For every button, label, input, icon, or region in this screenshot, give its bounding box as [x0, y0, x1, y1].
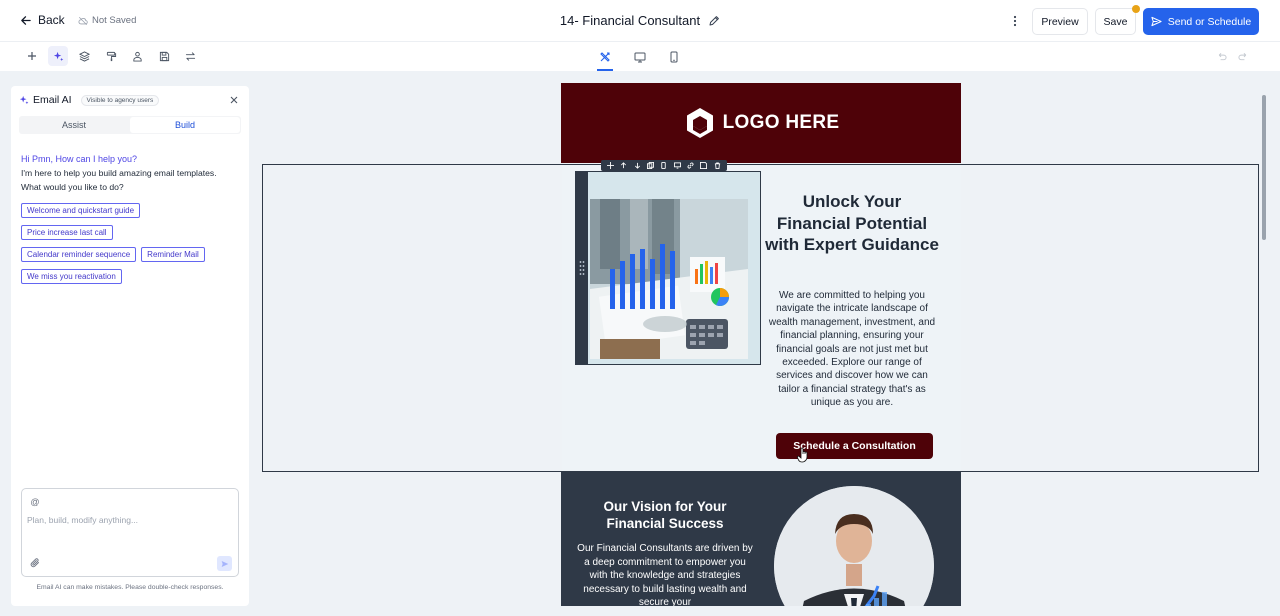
send-label: Send or Schedule — [1167, 15, 1252, 28]
more-vertical-icon — [1013, 15, 1017, 27]
undo-button[interactable] — [1211, 46, 1231, 66]
financial-charts-image — [590, 199, 748, 359]
user-icon — [132, 51, 142, 62]
swap-icon — [185, 51, 195, 61]
arrow-left-icon — [21, 15, 31, 25]
redo-button[interactable] — [1233, 46, 1253, 66]
preview-button[interactable]: Preview — [1032, 8, 1088, 35]
save-status-text: Not Saved — [92, 15, 137, 26]
close-icon[interactable] — [228, 94, 240, 106]
document-title-text: 14- Financial Consultant — [559, 13, 701, 28]
move-icon[interactable] — [607, 162, 615, 169]
document-title: 14- Financial Consultant — [0, 13, 1280, 28]
image-column-selected[interactable] — [575, 171, 761, 365]
tab-build[interactable]: Build — [130, 117, 240, 133]
canvas-scrollbar[interactable] — [1260, 83, 1268, 606]
mobile-visibility-icon[interactable] — [660, 162, 667, 169]
suggestion-list: Welcome and quickstart guide Price incre… — [21, 203, 241, 284]
delete-icon[interactable] — [714, 162, 721, 169]
tab-mobile-preview[interactable] — [664, 46, 684, 68]
redo-icon — [1237, 52, 1246, 60]
cloud-off-icon — [78, 16, 88, 25]
drag-handle[interactable] — [576, 172, 588, 364]
tab-assist[interactable]: Assist — [19, 116, 129, 134]
layers-button[interactable] — [74, 46, 94, 66]
paperclip-icon[interactable] — [29, 557, 41, 569]
send-or-schedule-button[interactable]: Send or Schedule — [1143, 8, 1259, 35]
more-options-button[interactable] — [1008, 13, 1022, 29]
vision-title[interactable]: Our Vision for Your Financial Success — [575, 498, 755, 532]
swap-button[interactable] — [180, 46, 200, 66]
back-label: Back — [38, 13, 65, 27]
save-block-icon[interactable] — [700, 162, 708, 169]
desktop-icon — [634, 52, 646, 62]
hero-title[interactable]: Unlock Your Financial Potential with Exp… — [764, 191, 940, 256]
send-icon — [1151, 16, 1162, 27]
tab-desktop-preview[interactable] — [630, 46, 650, 68]
ai-chat-box: @ — [21, 488, 239, 577]
send-icon — [221, 560, 228, 567]
scrollbar-thumb[interactable] — [1262, 95, 1266, 240]
styles-button[interactable] — [101, 46, 121, 66]
add-icon — [28, 52, 36, 60]
vision-body-text[interactable]: Our Financial Consultants are driven by … — [575, 542, 755, 606]
design-tools-icon — [600, 52, 610, 62]
send-prompt-button[interactable] — [217, 556, 232, 571]
save-template-button[interactable] — [154, 46, 174, 66]
sparkle-icon — [53, 51, 63, 61]
email-ai-panel: Email AI Visible to agency users Assist … — [11, 86, 249, 606]
vision-section[interactable]: Our Vision for Your Financial Success Ou… — [561, 472, 961, 606]
logo-text: LOGO HERE — [722, 112, 840, 133]
tab-design[interactable] — [595, 46, 615, 71]
consultant-portrait-image — [774, 486, 934, 606]
ai-panel-title: Email AI — [33, 94, 72, 106]
suggestion-calendar-reminder[interactable]: Calendar reminder sequence — [21, 247, 137, 262]
grip-vertical-icon — [579, 261, 585, 275]
hexagon-logo-icon — [686, 108, 713, 138]
desktop-visibility-icon[interactable] — [673, 162, 681, 169]
layers-icon — [78, 50, 90, 62]
save-template-icon — [159, 51, 169, 61]
email-logo-section[interactable]: LOGO HERE — [561, 83, 961, 163]
mobile-icon — [670, 51, 678, 63]
paint-roller-icon — [106, 51, 116, 61]
link-icon[interactable] — [687, 162, 694, 169]
hero-row-selected[interactable]: Unlock Your Financial Potential with Exp… — [262, 160, 1259, 472]
ai-tool-button[interactable] — [48, 46, 68, 66]
notification-dot — [1132, 5, 1140, 13]
pencil-icon[interactable] — [708, 15, 720, 27]
arrow-down-icon[interactable] — [634, 162, 641, 169]
hand-cursor-icon — [797, 447, 808, 463]
ai-prompt-input[interactable] — [27, 515, 233, 547]
undo-icon — [1218, 52, 1227, 60]
mention-button[interactable]: @ — [28, 495, 42, 509]
add-element-button[interactable] — [22, 46, 42, 66]
sparkle-icon — [19, 95, 29, 105]
ai-disclaimer: Email AI can make mistakes. Please doubl… — [36, 584, 224, 591]
suggestion-welcome[interactable]: Welcome and quickstart guide — [21, 203, 141, 218]
column-toolbar — [601, 160, 727, 171]
personalization-button[interactable] — [127, 46, 147, 66]
ai-mode-tabs: Assist Build — [19, 116, 241, 134]
top-bar: Back Not Saved 14- Financial Consultant … — [0, 0, 1280, 42]
ai-greeting: Hi Pmn, How can I help you? — [21, 154, 138, 164]
save-button[interactable]: Save — [1095, 8, 1136, 35]
duplicate-icon[interactable] — [647, 162, 655, 169]
editor-toolbar — [0, 42, 1280, 71]
back-button[interactable]: Back — [20, 13, 65, 27]
save-status: Not Saved — [78, 15, 136, 26]
suggestion-price-increase[interactable]: Price increase last call — [21, 225, 113, 240]
suggestion-reminder-mail[interactable]: Reminder Mail — [141, 247, 205, 262]
ai-panel-header: Email AI Visible to agency users — [19, 94, 160, 106]
hero-body-text[interactable]: We are committed to helping you navigate… — [766, 289, 938, 410]
visibility-chip: Visible to agency users — [80, 94, 160, 106]
suggestion-we-miss-you[interactable]: We miss you reactivation — [21, 269, 122, 284]
arrow-up-icon[interactable] — [620, 162, 627, 169]
ai-intro-text: I'm here to help you build amazing email… — [21, 168, 217, 192]
